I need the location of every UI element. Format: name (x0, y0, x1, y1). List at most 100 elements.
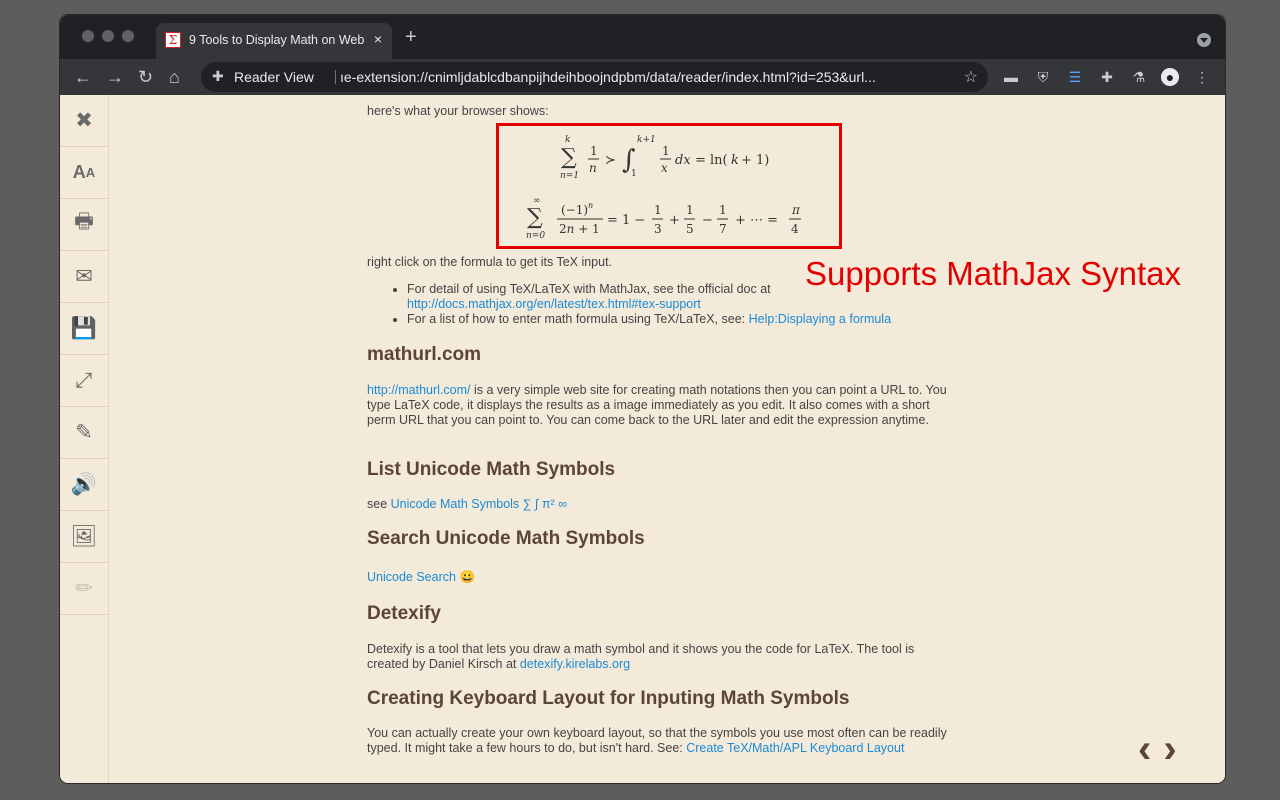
svg-text:n=0: n=0 (526, 231, 545, 241)
svg-text:+: + (669, 213, 680, 228)
menu-kebab-icon[interactable]: ⋮ (1193, 68, 1211, 86)
smile-emoji-icon: 😀 (459, 570, 476, 584)
math-formula-box[interactable]: ∑ k n=1 1 n ≻ ∫ k+1 1 1 x dx = ln(k + 1… (496, 123, 842, 249)
svg-text:k: k (731, 153, 739, 168)
monitor-extension-icon[interactable]: ▬ (1002, 68, 1020, 86)
svg-text:1: 1 (631, 169, 637, 179)
extensions-puzzle-icon[interactable]: ✚ (1098, 68, 1116, 86)
forward-icon[interactable]: → (106, 65, 124, 89)
displaying-formula-link[interactable]: Help:Displaying a formula (749, 312, 891, 326)
list-item: For a list of how to enter math formula … (407, 312, 967, 327)
tab-search-icon[interactable] (1197, 33, 1211, 47)
svg-text:7: 7 (719, 222, 727, 236)
svg-text:1: 1 (654, 203, 662, 217)
new-tab-button[interactable]: + (405, 27, 417, 47)
close-window-button[interactable] (82, 30, 94, 42)
svg-text:= 1 −: = 1 − (607, 213, 645, 228)
pencil-icon[interactable]: ✏ (60, 563, 108, 615)
maximize-window-button[interactable] (122, 30, 134, 42)
svg-text:+ ⋯ =: + ⋯ = (735, 213, 778, 228)
bullet2-text: For a list of how to enter math formula … (407, 312, 749, 326)
reader-view-label: Reader View (234, 69, 314, 85)
fullscreen-icon[interactable]: ⤢ (60, 355, 108, 407)
svg-text:∞: ∞ (533, 196, 541, 206)
svg-text:∑: ∑ (561, 145, 577, 170)
speaker-icon[interactable]: 🔊 (60, 459, 108, 511)
heading-list-unicode: List Unicode Math Symbols (367, 459, 616, 480)
intro-text: here's what your browser shows: (367, 104, 549, 118)
heading-keyboard-layout: Creating Keyboard Layout for Inputing Ma… (367, 688, 850, 709)
svg-text:k+1: k+1 (637, 135, 656, 145)
keyboard-layout-link[interactable]: Create TeX/Math/APL Keyboard Layout (686, 741, 904, 755)
heading-detexify: Detexify (367, 603, 441, 624)
mathjax-annotation: Supports MathJax Syntax (805, 255, 1182, 292)
extension-puzzle-icon: ✚ (212, 68, 224, 84)
detexify-paragraph: Detexify is a tool that lets you draw a … (367, 642, 952, 672)
reload-icon[interactable]: ↻ (138, 65, 153, 89)
font-size-icon[interactable]: AA (60, 147, 108, 199)
svg-text:(−1): (−1) (561, 203, 588, 217)
list-unicode-paragraph: see Unicode Math Symbols ∑ ∫ π² ∞ (367, 497, 567, 512)
svg-text:1: 1 (686, 203, 694, 217)
image-icon[interactable]: 🖼 (60, 511, 108, 563)
home-icon[interactable]: ⌂ (169, 65, 180, 89)
minimize-window-button[interactable] (102, 30, 114, 42)
svg-text:5: 5 (686, 222, 694, 236)
svg-text:∑: ∑ (527, 205, 543, 230)
prev-page-icon[interactable]: ‹ (1138, 727, 1163, 771)
bullet1-text: For detail of using TeX/LaTeX with MathJ… (407, 282, 771, 296)
svg-text:x: x (661, 161, 668, 175)
svg-text:n=1: n=1 (560, 171, 579, 181)
profile-avatar-icon[interactable]: ● (1161, 68, 1179, 86)
svg-text:4: 4 (791, 222, 799, 236)
omnibox-separator (335, 70, 336, 84)
right-click-hint: right click on the formula to get its Te… (367, 255, 613, 269)
mathjax-doc-link[interactable]: http://docs.mathjax.org/en/latest/tex.ht… (407, 297, 701, 311)
tab-bar: Σ 9 Tools to Display Math on Web × + (60, 15, 1225, 59)
svg-text:−: − (702, 213, 713, 228)
active-tab[interactable]: Σ 9 Tools to Display Math on Web × (156, 23, 392, 59)
svg-text:≻: ≻ (605, 153, 616, 168)
page-navigation: ‹› (1138, 727, 1189, 772)
reader-extension-icon[interactable]: ☰ (1066, 68, 1084, 86)
email-icon[interactable]: ✉ (60, 251, 108, 303)
unicode-search-link[interactable]: Unicode Search (367, 570, 456, 584)
next-page-icon[interactable]: › (1163, 727, 1188, 771)
browser-window: Σ 9 Tools to Display Math on Web × + ← →… (60, 15, 1225, 783)
labs-flask-icon[interactable]: ⚗ (1130, 68, 1148, 86)
browser-toolbar: ← → ↻ ⌂ ✚ Reader View ıe-extension://cni… (60, 59, 1225, 95)
address-bar[interactable]: ✚ Reader View ıe-extension://cnimljdablc… (201, 62, 988, 92)
save-icon[interactable]: 💾 (60, 303, 108, 355)
svg-text:dx: dx (675, 153, 691, 168)
list-unicode-text: see (367, 497, 391, 511)
search-unicode-paragraph: Unicode Search 😀 (367, 570, 475, 585)
detexify-text: Detexify is a tool that lets you draw a … (367, 642, 915, 671)
tab-close-icon[interactable]: × (374, 31, 382, 47)
svg-text:n: n (589, 161, 597, 175)
svg-text:2n + 1: 2n + 1 (559, 222, 600, 236)
print-icon[interactable]: 🖶 (60, 199, 108, 251)
svg-text:n: n (588, 201, 593, 210)
svg-text:1: 1 (719, 203, 727, 217)
ublock-shield-icon[interactable]: ⛨ (1034, 68, 1052, 86)
close-reader-icon[interactable]: ✖ (60, 95, 108, 147)
svg-text:3: 3 (654, 222, 662, 236)
mathurl-link[interactable]: http://mathurl.com/ (367, 383, 471, 397)
mathurl-paragraph: http://mathurl.com/ is a very simple web… (367, 383, 952, 428)
heading-search-unicode: Search Unicode Math Symbols (367, 528, 645, 549)
svg-text:π: π (791, 203, 801, 217)
svg-text:+ 1): + 1) (741, 153, 769, 168)
back-icon[interactable]: ← (74, 65, 92, 89)
reader-content: ✖ AA 🖶 ✉ 💾 ⤢ ✎ 🔊 🖼 ✏ here's what your br… (60, 95, 1225, 783)
svg-text:1: 1 (662, 144, 670, 158)
svg-text:= ln(: = ln( (695, 153, 728, 168)
svg-text:1: 1 (590, 144, 598, 158)
bookmark-star-icon[interactable]: ☆ (964, 67, 978, 87)
edit-icon[interactable]: ✎ (60, 407, 108, 459)
window-controls (82, 30, 134, 42)
unicode-math-symbols-link[interactable]: Unicode Math Symbols ∑ ∫ π² ∞ (391, 497, 567, 511)
sigma-favicon-icon: Σ (165, 32, 181, 48)
detexify-link[interactable]: detexify.kirelabs.org (520, 657, 630, 671)
keyboard-paragraph: You can actually create your own keyboar… (367, 726, 952, 756)
url-text[interactable]: ıe-extension://cnimljdablcdbanpijhdeihbo… (340, 69, 920, 85)
